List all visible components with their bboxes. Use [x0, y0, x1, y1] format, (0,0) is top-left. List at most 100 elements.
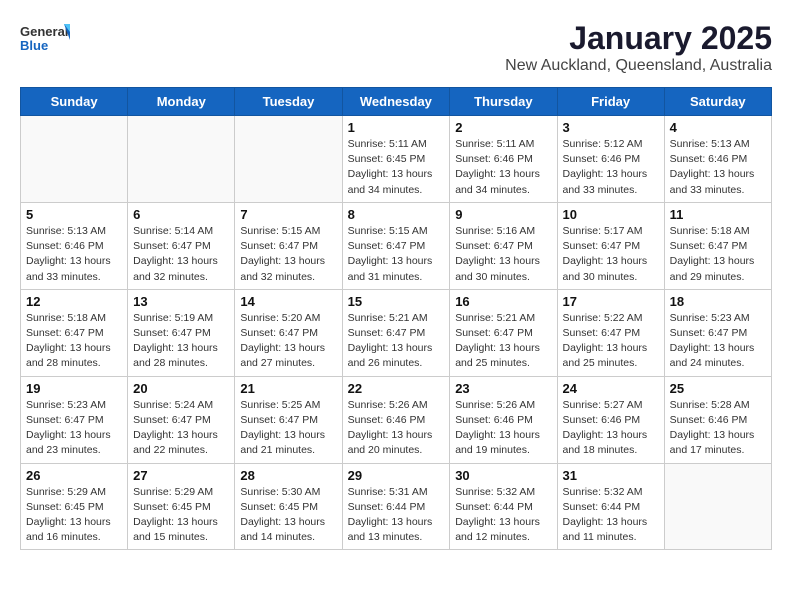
day-number: 4: [670, 120, 766, 135]
day-info: Sunrise: 5:18 AMSunset: 6:47 PMDaylight:…: [26, 311, 122, 372]
day-number: 16: [455, 294, 551, 309]
table-row: 10Sunrise: 5:17 AMSunset: 6:47 PMDayligh…: [557, 202, 664, 289]
col-monday: Monday: [128, 88, 235, 116]
page-subtitle: New Auckland, Queensland, Australia: [505, 57, 772, 75]
table-row: [664, 463, 771, 550]
day-number: 19: [26, 381, 122, 396]
table-row: 4 Sunrise: 5:13 AMSunset: 6:46 PMDaylight…: [664, 116, 771, 203]
svg-text:Blue: Blue: [20, 38, 48, 53]
day-info: Sunrise: 5:20 AMSunset: 6:47 PMDaylight:…: [240, 311, 336, 372]
day-number: 25: [670, 381, 766, 396]
day-info: Sunrise: 5:25 AMSunset: 6:47 PMDaylight:…: [240, 398, 336, 459]
day-info: Sunrise: 5:21 AMSunset: 6:47 PMDaylight:…: [455, 311, 551, 372]
calendar-week-row: 26 Sunrise: 5:29 AMSunset: 6:45 PMDayligh…: [21, 463, 772, 550]
day-info: Sunrise: 5:19 AMSunset: 6:47 PMDaylight:…: [133, 311, 229, 372]
table-row: 28Sunrise: 5:30 AMSunset: 6:45 PMDayligh…: [235, 463, 342, 550]
col-saturday: Saturday: [664, 88, 771, 116]
table-row: 29 Sunrise: 5:31 AMSunset: 6:44 PMDayligh…: [342, 463, 450, 550]
col-thursday: Thursday: [450, 88, 557, 116]
day-info: Sunrise: 5:18 AMSunset: 6:47 PMDaylight:…: [670, 224, 766, 285]
day-info: Sunrise: 5:26 AMSunset: 6:46 PMDaylight:…: [348, 398, 445, 459]
day-number: 21: [240, 381, 336, 396]
table-row: 2 Sunrise: 5:11 AMSunset: 6:46 PMDaylight…: [450, 116, 557, 203]
calendar-table: Sunday Monday Tuesday Wednesday Thursday…: [20, 87, 772, 550]
table-row: 19 Sunrise: 5:23 AMSunset: 6:47 PMDayligh…: [21, 376, 128, 463]
table-row: 11Sunrise: 5:18 AMSunset: 6:47 PMDayligh…: [664, 202, 771, 289]
calendar-week-row: 5Sunrise: 5:13 AMSunset: 6:46 PMDaylight…: [21, 202, 772, 289]
table-row: 21 Sunrise: 5:25 AMSunset: 6:47 PMDayligh…: [235, 376, 342, 463]
day-number: 17: [563, 294, 659, 309]
day-info: Sunrise: 5:22 AMSunset: 6:47 PMDaylight:…: [563, 311, 659, 372]
day-info: Sunrise: 5:29 AMSunset: 6:45 PMDaylight:…: [26, 485, 122, 546]
page-title: January 2025: [505, 20, 772, 57]
day-number: 5: [26, 207, 122, 222]
table-row: 18 Sunrise: 5:23 AMSunset: 6:47 PMDayligh…: [664, 289, 771, 376]
day-number: 9: [455, 207, 551, 222]
table-row: 24 Sunrise: 5:27 AMSunset: 6:46 PMDayligh…: [557, 376, 664, 463]
day-number: 2: [455, 120, 551, 135]
day-number: 18: [670, 294, 766, 309]
table-row: [235, 116, 342, 203]
day-number: 29: [348, 468, 445, 483]
table-row: [128, 116, 235, 203]
table-row: 17 Sunrise: 5:22 AMSunset: 6:47 PMDayligh…: [557, 289, 664, 376]
day-info: Sunrise: 5:23 AMSunset: 6:47 PMDaylight:…: [26, 398, 122, 459]
table-row: 3 Sunrise: 5:12 AMSunset: 6:46 PMDaylight…: [557, 116, 664, 203]
table-row: 12 Sunrise: 5:18 AMSunset: 6:47 PMDayligh…: [21, 289, 128, 376]
logo: General Blue: [20, 20, 70, 60]
logo-icon: General Blue: [20, 20, 70, 60]
day-info: Sunrise: 5:17 AMSunset: 6:47 PMDaylight:…: [563, 224, 659, 285]
table-row: 31Sunrise: 5:32 AMSunset: 6:44 PMDayligh…: [557, 463, 664, 550]
table-row: 23 Sunrise: 5:26 AMSunset: 6:46 PMDayligh…: [450, 376, 557, 463]
day-info: Sunrise: 5:31 AMSunset: 6:44 PMDaylight:…: [348, 485, 445, 546]
col-friday: Friday: [557, 88, 664, 116]
day-info: Sunrise: 5:27 AMSunset: 6:46 PMDaylight:…: [563, 398, 659, 459]
table-row: 30Sunrise: 5:32 AMSunset: 6:44 PMDayligh…: [450, 463, 557, 550]
day-number: 6: [133, 207, 229, 222]
day-number: 3: [563, 120, 659, 135]
day-number: 23: [455, 381, 551, 396]
table-row: 1Sunrise: 5:11 AMSunset: 6:45 PMDaylight…: [342, 116, 450, 203]
day-number: 13: [133, 294, 229, 309]
day-info: Sunrise: 5:15 AMSunset: 6:47 PMDaylight:…: [348, 224, 445, 285]
calendar-week-row: 1Sunrise: 5:11 AMSunset: 6:45 PMDaylight…: [21, 116, 772, 203]
day-info: Sunrise: 5:16 AMSunset: 6:47 PMDaylight:…: [455, 224, 551, 285]
col-tuesday: Tuesday: [235, 88, 342, 116]
calendar-week-row: 12 Sunrise: 5:18 AMSunset: 6:47 PMDayligh…: [21, 289, 772, 376]
table-row: 25 Sunrise: 5:28 AMSunset: 6:46 PMDayligh…: [664, 376, 771, 463]
table-row: [21, 116, 128, 203]
day-number: 30: [455, 468, 551, 483]
day-info: Sunrise: 5:28 AMSunset: 6:46 PMDaylight:…: [670, 398, 766, 459]
table-row: 22Sunrise: 5:26 AMSunset: 6:46 PMDayligh…: [342, 376, 450, 463]
table-row: 20 Sunrise: 5:24 AMSunset: 6:47 PMDayligh…: [128, 376, 235, 463]
day-info: Sunrise: 5:29 AMSunset: 6:45 PMDaylight:…: [133, 485, 229, 546]
day-info: Sunrise: 5:15 AMSunset: 6:47 PMDaylight:…: [240, 224, 336, 285]
day-info: Sunrise: 5:12 AMSunset: 6:46 PMDaylight:…: [563, 137, 659, 198]
page-header: General Blue January 2025 New Auckland, …: [20, 20, 772, 75]
table-row: 8 Sunrise: 5:15 AMSunset: 6:47 PMDaylight…: [342, 202, 450, 289]
table-row: 15Sunrise: 5:21 AMSunset: 6:47 PMDayligh…: [342, 289, 450, 376]
day-number: 24: [563, 381, 659, 396]
day-info: Sunrise: 5:24 AMSunset: 6:47 PMDaylight:…: [133, 398, 229, 459]
day-info: Sunrise: 5:23 AMSunset: 6:47 PMDaylight:…: [670, 311, 766, 372]
table-row: 6Sunrise: 5:14 AMSunset: 6:47 PMDaylight…: [128, 202, 235, 289]
day-number: 8: [348, 207, 445, 222]
day-number: 26: [26, 468, 122, 483]
day-number: 1: [348, 120, 445, 135]
calendar-header-row: Sunday Monday Tuesday Wednesday Thursday…: [21, 88, 772, 116]
day-number: 31: [563, 468, 659, 483]
day-info: Sunrise: 5:21 AMSunset: 6:47 PMDaylight:…: [348, 311, 445, 372]
day-number: 20: [133, 381, 229, 396]
table-row: 14 Sunrise: 5:20 AMSunset: 6:47 PMDayligh…: [235, 289, 342, 376]
calendar-week-row: 19 Sunrise: 5:23 AMSunset: 6:47 PMDayligh…: [21, 376, 772, 463]
table-row: 16 Sunrise: 5:21 AMSunset: 6:47 PMDayligh…: [450, 289, 557, 376]
table-row: 7Sunrise: 5:15 AMSunset: 6:47 PMDaylight…: [235, 202, 342, 289]
day-info: Sunrise: 5:26 AMSunset: 6:46 PMDaylight:…: [455, 398, 551, 459]
day-info: Sunrise: 5:11 AMSunset: 6:46 PMDaylight:…: [455, 137, 551, 198]
table-row: 27 Sunrise: 5:29 AMSunset: 6:45 PMDayligh…: [128, 463, 235, 550]
day-number: 12: [26, 294, 122, 309]
day-number: 14: [240, 294, 336, 309]
day-number: 27: [133, 468, 229, 483]
day-info: Sunrise: 5:13 AMSunset: 6:46 PMDaylight:…: [670, 137, 766, 198]
col-sunday: Sunday: [21, 88, 128, 116]
